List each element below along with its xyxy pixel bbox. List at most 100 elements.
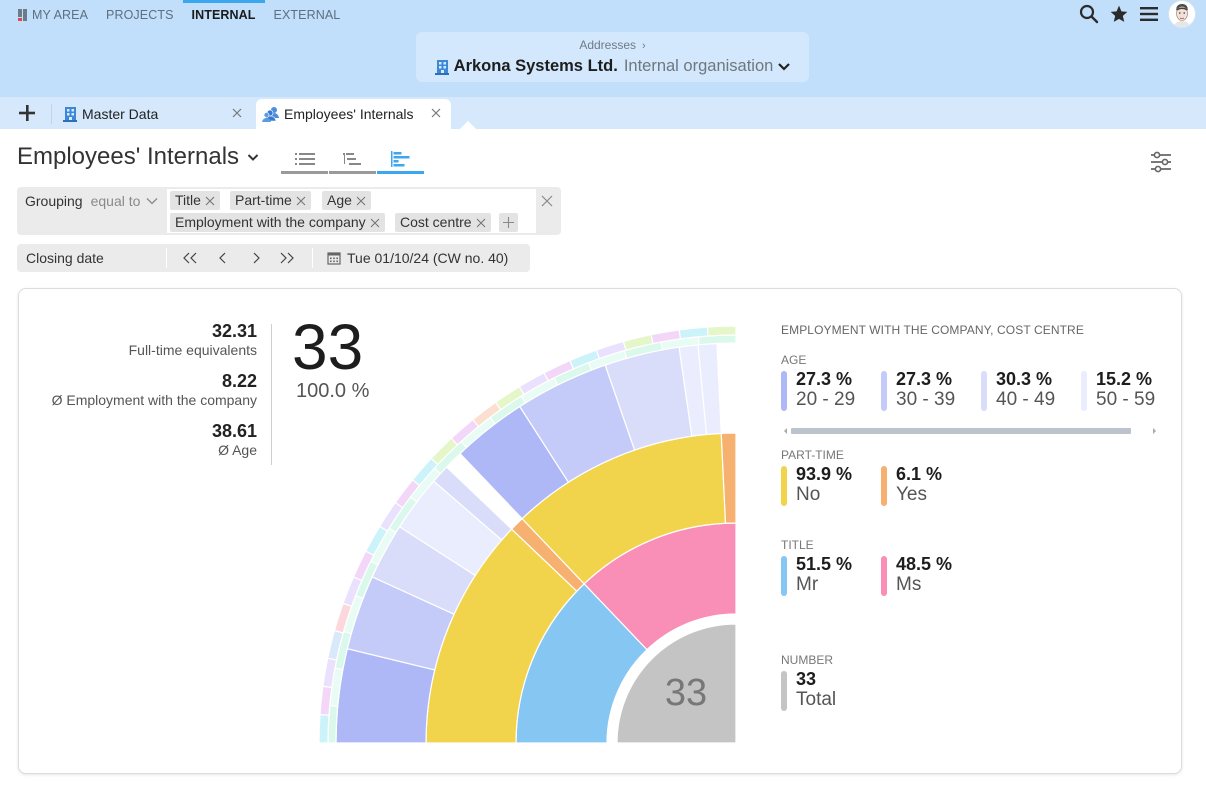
chip-label: Cost centre bbox=[400, 214, 472, 230]
legend-group-age: AGE 27.3 % 20 - 29 27.3 % 30 - 39 30.3 % 40… bbox=[781, 353, 1181, 413]
legend-scrollbar[interactable] bbox=[781, 426, 1161, 436]
breadcrumb-separator: › bbox=[642, 40, 646, 52]
add-tab-button[interactable] bbox=[12, 101, 42, 125]
page-title[interactable]: Employees' Internals bbox=[17, 143, 259, 171]
top-header: MY AREA PROJECTS INTERNAL EXTERNAL Addre… bbox=[0, 0, 1206, 97]
star-icon[interactable] bbox=[1108, 3, 1130, 25]
chevron-down-icon bbox=[778, 62, 791, 71]
avatar[interactable] bbox=[1168, 0, 1196, 28]
nav-internal[interactable]: INTERNAL bbox=[182, 0, 265, 30]
settings-button[interactable] bbox=[1148, 150, 1174, 174]
chip-part-time[interactable]: Part-time bbox=[230, 191, 311, 210]
list-view-button[interactable] bbox=[281, 146, 328, 174]
double-chevron-left-icon bbox=[183, 252, 197, 264]
legend-item[interactable]: 93.9 % No bbox=[781, 464, 881, 508]
legend-item[interactable]: 6.1 % Yes bbox=[881, 464, 981, 508]
closing-date-filter: Closing date Tue 01/10/24 (CW no. 40) bbox=[17, 244, 530, 272]
legend-pct: 15.2 % bbox=[1096, 369, 1153, 389]
chip-cost-centre[interactable]: Cost centre bbox=[395, 213, 491, 232]
tree-view-button[interactable] bbox=[329, 146, 376, 174]
legend-name: 40 - 49 bbox=[996, 389, 1056, 410]
legend-item[interactable]: 27.3 % 20 - 29 bbox=[781, 369, 881, 413]
scroll-left-arrow[interactable] bbox=[784, 428, 787, 434]
entity-name: Arkona Systems Ltd. bbox=[453, 57, 618, 75]
legend-name: Total bbox=[796, 689, 837, 710]
chevron-right-icon bbox=[253, 252, 260, 264]
close-icon[interactable] bbox=[429, 106, 443, 120]
legend-swatch bbox=[881, 466, 887, 506]
remove-icon[interactable] bbox=[205, 196, 215, 206]
grouping-operator-label: equal to bbox=[90, 193, 141, 209]
legend-group-title: TITLE bbox=[781, 538, 814, 552]
remove-icon[interactable] bbox=[356, 196, 366, 206]
legend-item[interactable]: 48.5 % Ms bbox=[881, 554, 981, 598]
tab-divider bbox=[51, 104, 52, 124]
legend-item[interactable]: 33 Total bbox=[781, 669, 881, 713]
list-icon bbox=[294, 152, 315, 165]
first-button[interactable] bbox=[181, 249, 199, 267]
menu-icon[interactable] bbox=[1138, 3, 1160, 25]
sunburst-segment-cost-centre[interactable] bbox=[706, 325, 737, 337]
entity-selector[interactable]: Arkona Systems Ltd. Internal organisatio… bbox=[416, 57, 809, 76]
remove-icon[interactable] bbox=[296, 196, 306, 206]
legend-swatch bbox=[781, 556, 787, 596]
search-icon[interactable] bbox=[1078, 3, 1100, 25]
add-grouping-button[interactable] bbox=[499, 213, 518, 232]
legend-group-title: NUMBER bbox=[781, 653, 834, 667]
grouping-operator-select[interactable]: equal to bbox=[91, 193, 141, 209]
nav-my-area[interactable]: MY AREA bbox=[0, 0, 97, 30]
chip-age[interactable]: Age bbox=[322, 191, 371, 210]
chip-label: Employment with the company bbox=[175, 214, 366, 230]
legend-pct: 51.5 % bbox=[796, 554, 853, 574]
divider bbox=[166, 248, 167, 268]
chip-employment[interactable]: Employment with the company bbox=[170, 213, 385, 232]
close-icon[interactable] bbox=[230, 106, 244, 120]
tab-pointer bbox=[460, 121, 476, 129]
legend-item[interactable]: 15.2 % 50 - 59 bbox=[1081, 369, 1181, 413]
grouping-chips[interactable]: Title Part-time Age Employment with the … bbox=[167, 189, 536, 233]
legend-item[interactable]: 51.5 % Mr bbox=[781, 554, 881, 598]
tab-employees-internals[interactable]: Employees' Internals bbox=[256, 99, 451, 129]
grouping-filter: Grouping equal to Title Part-time Age Em… bbox=[17, 187, 561, 235]
building-icon bbox=[434, 59, 449, 75]
nav-label: INTERNAL bbox=[191, 8, 256, 22]
nav-label: PROJECTS bbox=[106, 8, 174, 22]
chart-legend: EMPLOYMENT WITH THE COMPANY, COST CENTRE… bbox=[781, 323, 1161, 711]
legend-item[interactable]: 30.3 % 40 - 49 bbox=[981, 369, 1081, 413]
tab-master-data[interactable]: Master Data bbox=[62, 99, 252, 129]
chevron-down-icon[interactable] bbox=[146, 197, 158, 205]
scrollbar-thumb[interactable] bbox=[791, 428, 1131, 434]
scroll-right-arrow[interactable] bbox=[1153, 428, 1156, 434]
chip-label: Age bbox=[327, 192, 352, 208]
top-icons bbox=[1078, 0, 1196, 28]
nav-label: EXTERNAL bbox=[273, 8, 341, 22]
last-button[interactable] bbox=[278, 249, 296, 267]
nav-projects[interactable]: PROJECTS bbox=[97, 0, 182, 30]
legend-title: EMPLOYMENT WITH THE COMPANY, COST CENTRE bbox=[781, 323, 1084, 337]
nav-external[interactable]: EXTERNAL bbox=[265, 0, 350, 30]
legend-name: Ms bbox=[896, 574, 922, 595]
previous-button[interactable] bbox=[214, 249, 232, 267]
breadcrumb: Addresses › Arkona Systems Ltd. Internal … bbox=[416, 32, 809, 82]
chevron-down-icon bbox=[247, 153, 259, 161]
chart-view-button[interactable] bbox=[377, 146, 424, 174]
calendar-icon bbox=[327, 252, 341, 265]
tab-strip: Master Data Employees' Internals bbox=[0, 97, 1206, 129]
chip-label: Title bbox=[175, 192, 201, 208]
breadcrumb-parent[interactable]: Addresses › bbox=[416, 38, 809, 52]
remove-icon[interactable] bbox=[370, 218, 380, 228]
clear-filter-icon[interactable] bbox=[541, 195, 553, 207]
legend-pct: 93.9 % bbox=[796, 464, 853, 484]
legend-item[interactable]: 27.3 % 30 - 39 bbox=[881, 369, 981, 413]
next-button[interactable] bbox=[247, 249, 265, 267]
legend-swatch bbox=[1081, 371, 1087, 411]
remove-icon[interactable] bbox=[476, 218, 486, 228]
closing-date-picker[interactable]: Tue 01/10/24 (CW no. 40) bbox=[327, 244, 508, 272]
legend-name: Yes bbox=[896, 484, 927, 505]
bar-chart-icon bbox=[390, 150, 409, 167]
legend-name: Mr bbox=[796, 574, 819, 595]
legend-name: 50 - 59 bbox=[1096, 389, 1156, 410]
breadcrumb-parent-label: Addresses bbox=[579, 38, 637, 52]
sunburst-segment-cost-centre[interactable] bbox=[318, 713, 330, 744]
chip-title[interactable]: Title bbox=[170, 191, 220, 210]
